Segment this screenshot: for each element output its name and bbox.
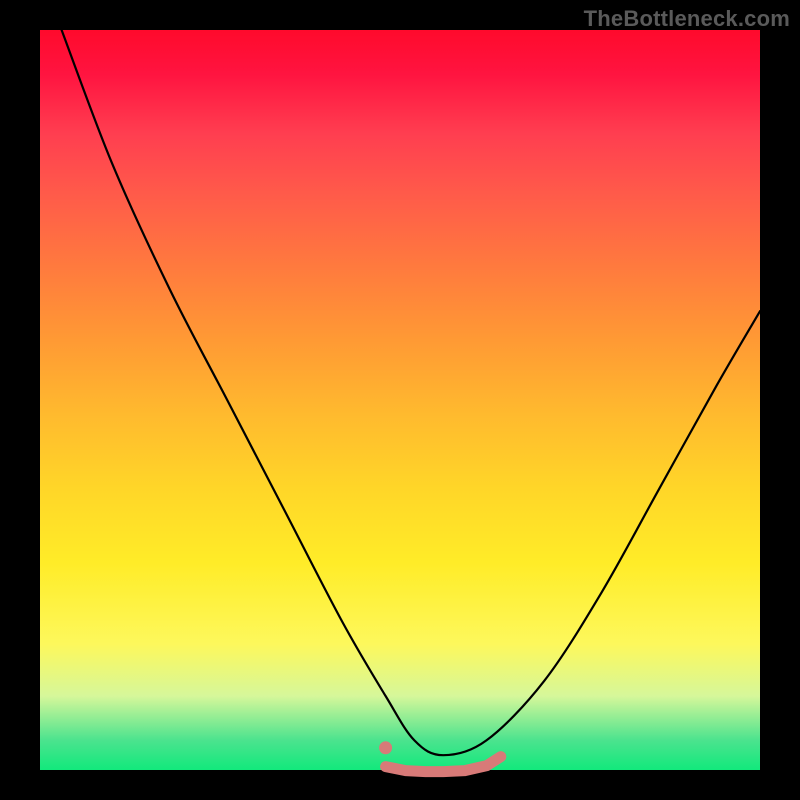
chart-svg: [40, 30, 760, 770]
bottleneck-curve: [62, 30, 760, 755]
trough-marker: [386, 757, 501, 772]
trough-dot: [379, 741, 392, 754]
chart-frame: TheBottleneck.com: [0, 0, 800, 800]
plot-area: [40, 30, 760, 770]
watermark-text: TheBottleneck.com: [584, 6, 790, 32]
